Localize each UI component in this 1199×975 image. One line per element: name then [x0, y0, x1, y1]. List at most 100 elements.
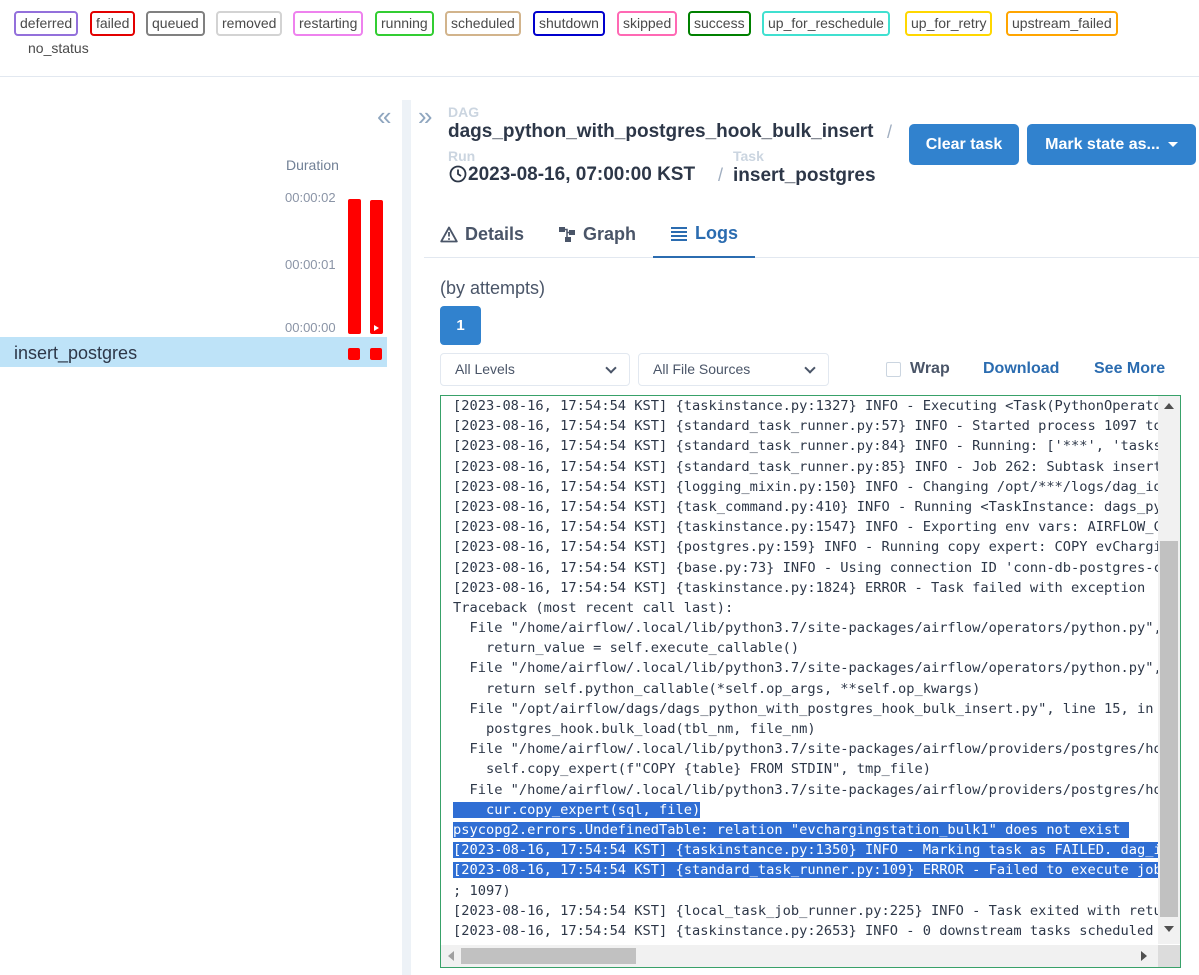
log-line-text: [2023-08-16, 17:54:54 KST] {postgres.py:…: [453, 539, 1158, 556]
legend-badge-restarting[interactable]: restarting: [293, 11, 364, 36]
log-line: File "/home/airflow/.local/lib/python3.7…: [453, 780, 1158, 800]
log-line-text: return_value = self.execute_callable(): [453, 640, 800, 657]
log-line-text: [2023-08-16, 17:54:54 KST] {task_command…: [453, 498, 1158, 515]
list-icon: [671, 226, 687, 241]
log-line: cur.copy_expert(sql, file): [453, 800, 1158, 820]
play-icon: [374, 325, 379, 331]
log-line: Traceback (most recent call last):: [453, 598, 1158, 618]
log-line: postgres_hook.bulk_load(tbl_nm, file_nm): [453, 719, 1158, 739]
see-more-link[interactable]: See More: [1094, 360, 1165, 378]
legend-no-status: no_status: [28, 40, 89, 56]
tab-logs-label: Logs: [695, 222, 738, 243]
mark-state-button[interactable]: Mark state as...: [1027, 124, 1196, 165]
log-line: File "/home/airflow/.local/lib/python3.7…: [453, 658, 1158, 678]
attempts-label: (by attempts): [440, 278, 546, 298]
log-line-text: [2023-08-16, 17:54:54 KST] {logging_mixi…: [453, 478, 1158, 495]
task-row-insert-postgres[interactable]: insert_postgres: [0, 337, 387, 367]
run-caption: Run: [448, 148, 476, 164]
log-viewer[interactable]: [2023-08-16, 17:54:54 KST] {taskinstance…: [440, 395, 1181, 968]
log-line-text: File "/home/airflow/.local/lib/python3.7…: [453, 660, 1158, 677]
log-line: [2023-08-16, 17:54:54 KST] {taskinstance…: [453, 578, 1158, 598]
task-name: insert_postgres: [14, 343, 138, 363]
vertical-scroll-thumb[interactable]: [1160, 541, 1178, 917]
log-line-text: [2023-08-16, 17:54:54 KST] {standard_tas…: [453, 862, 1158, 879]
log-line: [2023-08-16, 17:54:54 KST] {taskinstance…: [453, 517, 1158, 537]
log-line-text: [2023-08-16, 17:54:54 KST] {standard_tas…: [453, 438, 1158, 455]
task-id-link[interactable]: insert_postgres: [733, 165, 876, 187]
legend-badge-upstream-failed[interactable]: upstream_failed: [1006, 11, 1118, 36]
legend-badge-deferred[interactable]: deferred: [14, 11, 79, 36]
legend-badge-success[interactable]: success: [688, 11, 751, 36]
legend-badge-running[interactable]: running: [375, 11, 434, 36]
task-instance-cell[interactable]: [348, 348, 360, 360]
log-line: [2023-08-16, 17:54:54 KST] {task_command…: [453, 497, 1158, 517]
log-level-select[interactable]: All Levels: [440, 353, 630, 386]
warning-triangle-icon: [440, 226, 458, 242]
log-line: File "/home/airflow/.local/lib/python3.7…: [453, 739, 1158, 759]
duration-tick: 00:00:01: [285, 257, 336, 272]
download-link[interactable]: Download: [983, 360, 1059, 378]
attempt-1-button[interactable]: 1: [440, 306, 481, 345]
log-line-text: File "/home/airflow/.local/lib/python3.7…: [453, 781, 1158, 798]
log-line: [2023-08-16, 17:54:54 KST] {standard_tas…: [453, 457, 1158, 477]
log-line-text: [2023-08-16, 17:54:54 KST] {taskinstance…: [453, 842, 1158, 859]
run-duration-bar[interactable]: [348, 199, 361, 334]
legend-badge-queued[interactable]: queued: [146, 11, 205, 36]
log-line-text: Traceback (most recent call last):: [453, 599, 734, 616]
vertical-scrollbar[interactable]: [1158, 396, 1180, 944]
legend-badge-up-for-reschedule[interactable]: up_for_reschedule: [762, 11, 890, 36]
legend-badge-failed[interactable]: failed: [90, 11, 136, 36]
tab-details[interactable]: Details: [440, 210, 524, 258]
clear-task-button[interactable]: Clear task: [909, 124, 1019, 165]
dag-id-link[interactable]: dags_python_with_postgres_hook_bulk_inse…: [448, 121, 873, 143]
log-line-text: return self.python_callable(*self.op_arg…: [453, 680, 981, 697]
scroll-up-arrow-icon[interactable]: [1164, 403, 1174, 409]
clock-icon: [449, 165, 467, 183]
log-line: [2023-08-16, 17:54:54 KST] {local_task_j…: [453, 901, 1158, 921]
legend-badge-skipped[interactable]: skipped: [617, 11, 678, 36]
duration-label: Duration: [286, 157, 339, 173]
log-line-text: [2023-08-16, 17:54:54 KST] {standard_tas…: [453, 458, 1158, 475]
pane-resize-handle[interactable]: [402, 100, 411, 975]
tab-details-label: Details: [465, 223, 525, 244]
horizontal-scroll-thumb[interactable]: [461, 948, 636, 964]
run-duration-bar-selected[interactable]: [370, 200, 383, 334]
log-line: [2023-08-16, 17:54:54 KST] {logging_mixi…: [453, 477, 1158, 497]
clear-task-label: Clear task: [925, 135, 1003, 153]
legend-badge-removed[interactable]: removed: [216, 11, 283, 36]
double-chevron-right-icon[interactable]: »: [418, 103, 432, 129]
log-line: [2023-08-16, 17:54:54 KST] {standard_tas…: [453, 436, 1158, 456]
log-line: psycopg2.errors.UndefinedTable: relation…: [453, 820, 1158, 840]
scrollbar-corner: [1158, 945, 1180, 967]
scroll-left-arrow-icon[interactable]: [448, 951, 454, 961]
legend-badge-scheduled[interactable]: scheduled: [445, 11, 521, 36]
log-line-text: [2023-08-16, 17:54:54 KST] {taskinstance…: [453, 519, 1158, 536]
mark-state-label: Mark state as...: [1045, 135, 1160, 153]
scroll-right-arrow-icon[interactable]: [1141, 951, 1147, 961]
chevron-down-icon: [605, 362, 617, 374]
log-line-text: [2023-08-16, 17:54:54 KST] {taskinstance…: [453, 579, 1146, 596]
scroll-down-arrow-icon[interactable]: [1164, 926, 1174, 932]
wrap-label[interactable]: Wrap: [910, 360, 950, 378]
log-lines: [2023-08-16, 17:54:54 KST] {taskinstance…: [453, 396, 1158, 941]
log-line-text: File "/home/airflow/.local/lib/python3.7…: [453, 620, 1158, 637]
tab-bar: Details Graph Logs: [424, 210, 1199, 258]
double-chevron-left-icon[interactable]: «: [377, 103, 391, 129]
tab-graph[interactable]: Graph: [558, 210, 636, 258]
log-line-text: [2023-08-16, 17:54:54 KST] {taskinstance…: [453, 398, 1158, 414]
log-level-value: All Levels: [455, 361, 515, 377]
graph-icon: [559, 226, 575, 242]
horizontal-scrollbar[interactable]: [441, 945, 1160, 967]
file-source-select[interactable]: All File Sources: [638, 353, 829, 386]
tab-logs[interactable]: Logs: [653, 210, 755, 258]
log-line: self.copy_expert(f"COPY {table} FROM STD…: [453, 759, 1158, 779]
log-line: return self.python_callable(*self.op_arg…: [453, 679, 1158, 699]
run-id-link[interactable]: 2023-08-16, 07:00:00 KST: [468, 164, 695, 186]
legend-badge-shutdown[interactable]: shutdown: [533, 11, 605, 36]
log-line-text: [2023-08-16, 17:54:54 KST] {standard_tas…: [453, 418, 1158, 435]
log-line: File "/home/airflow/.local/lib/python3.7…: [453, 618, 1158, 638]
task-instance-cell-selected[interactable]: [370, 348, 382, 360]
duration-tick: 00:00:00: [285, 320, 336, 335]
wrap-checkbox[interactable]: [886, 362, 901, 377]
legend-badge-up-for-retry[interactable]: up_for_retry: [905, 11, 993, 36]
